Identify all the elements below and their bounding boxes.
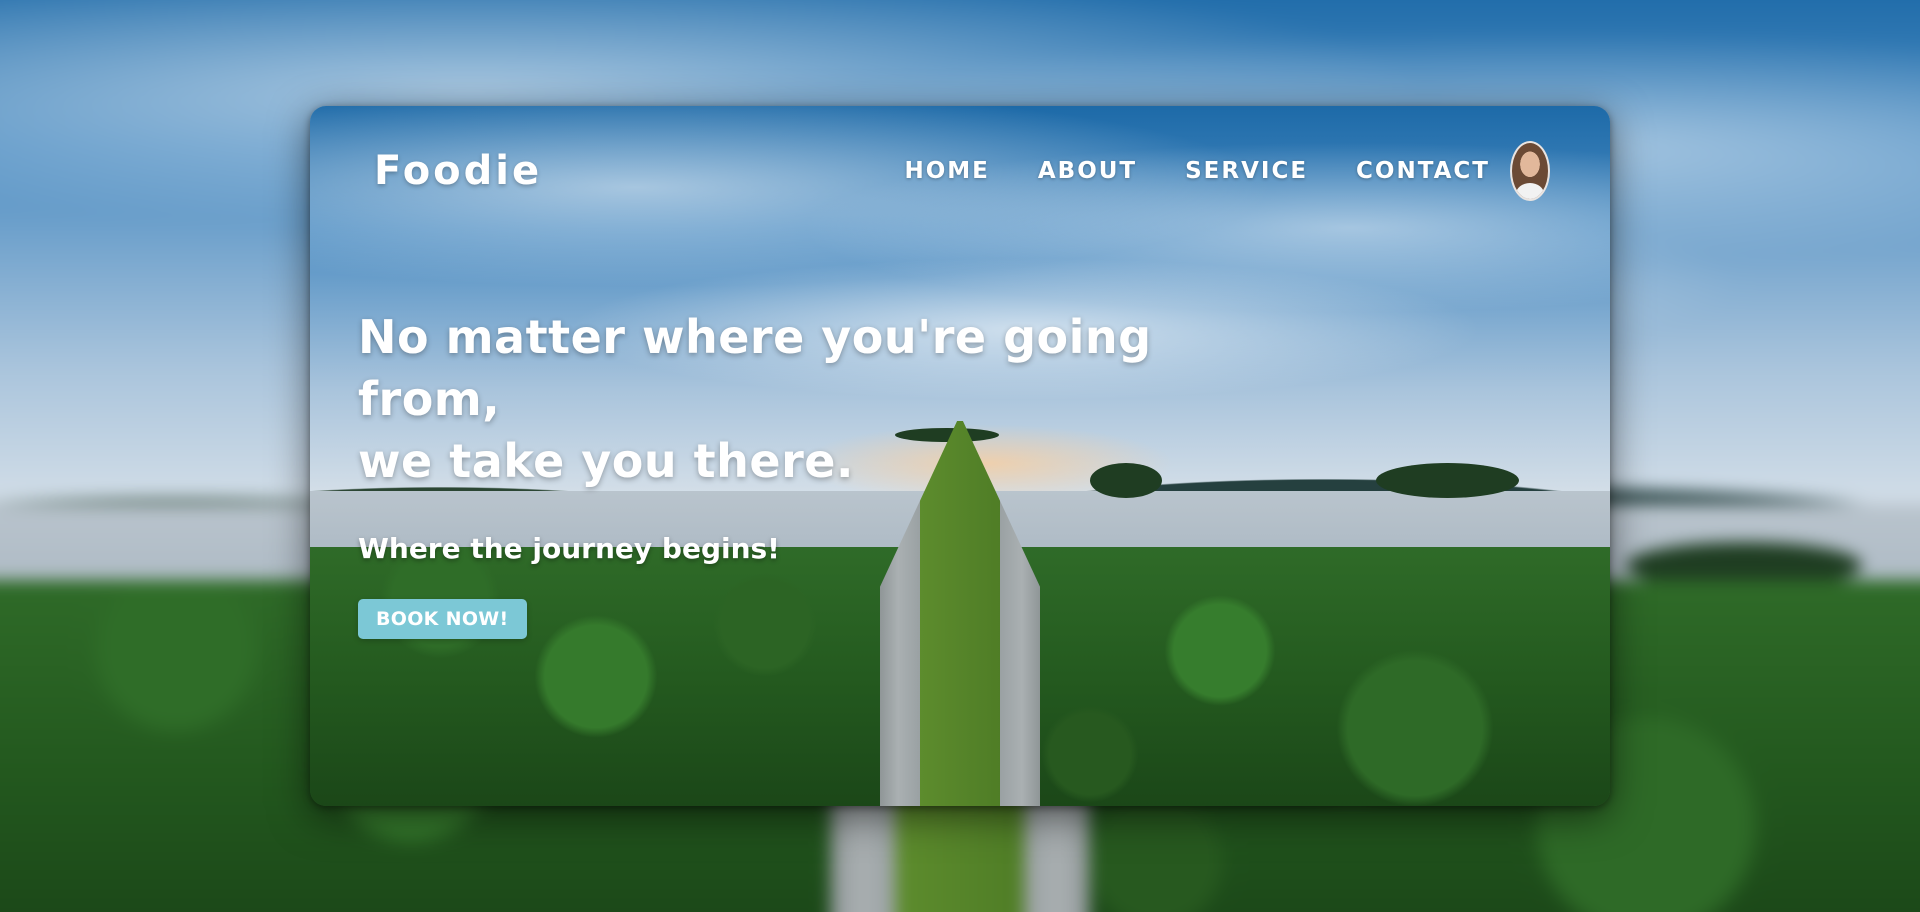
nav-home-link[interactable]: HOME [904,158,989,184]
nav-service-link[interactable]: SERVICE [1185,158,1308,184]
brand-logo[interactable]: Foodie [374,148,542,194]
book-now-button[interactable]: BOOK NOW! [358,599,527,639]
hero-content: No matter where you're going from, we ta… [358,306,1258,639]
hero-subtitle: Where the journey begins! [358,532,780,565]
nav-about-link[interactable]: ABOUT [1038,158,1137,184]
nav-contact-link[interactable]: CONTACT [1356,158,1490,184]
hero-title: No matter where you're going from, we ta… [358,310,1152,488]
nav-menu: HOME ABOUT SERVICE CONTACT [904,158,1490,184]
top-navigation: Foodie HOME ABOUT SERVICE CONTACT [310,106,1610,236]
user-avatar-icon[interactable] [1510,141,1550,201]
hero-card: Foodie HOME ABOUT SERVICE CONTACT No mat… [310,106,1610,806]
